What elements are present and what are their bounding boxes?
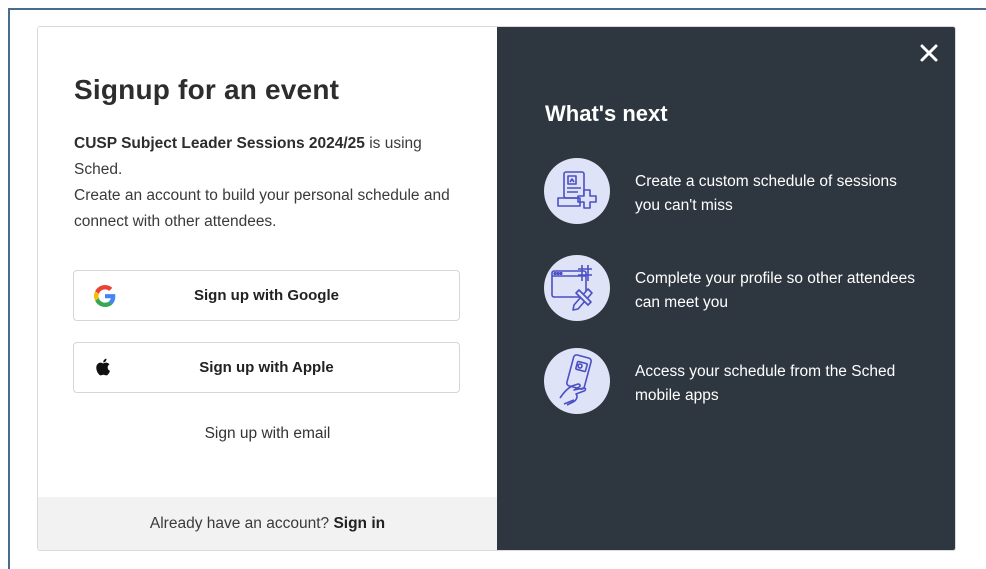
- signup-modal: Signup for an event CUSP Subject Leader …: [37, 26, 956, 551]
- feature-item: Access your schedule from the Sched mobi…: [544, 348, 944, 418]
- profile-edit-icon: [544, 255, 610, 321]
- footer-prompt: Already have an account?: [149, 515, 334, 532]
- apple-signup-button[interactable]: Sign up with Apple: [73, 342, 460, 393]
- close-button[interactable]: [917, 41, 941, 65]
- mobile-app-icon: [544, 348, 610, 414]
- apple-signup-label: Sign up with Apple: [199, 359, 334, 376]
- feature-text: Complete your profile so other attendees…: [635, 270, 916, 311]
- feature-item: Create a custom schedule of sessions you…: [544, 158, 944, 228]
- google-signup-button[interactable]: Sign up with Google: [73, 270, 460, 321]
- feature-item: Complete your profile so other attendees…: [544, 255, 944, 325]
- whats-next-title: What's next: [545, 101, 668, 126]
- signup-panel: Signup for an event CUSP Subject Leader …: [38, 27, 497, 550]
- schedule-plus-icon: [544, 158, 610, 224]
- signin-footer: Already have an account? Sign in: [38, 497, 497, 550]
- email-signup-link[interactable]: Sign up with email: [38, 425, 497, 443]
- description-text: Create an account to build your personal…: [74, 187, 450, 230]
- signin-link[interactable]: Sign in: [333, 515, 385, 532]
- close-icon: [920, 44, 938, 62]
- signup-description: CUSP Subject Leader Sessions 2024/25 is …: [74, 131, 464, 235]
- whats-next-panel: What's next Create a custom schedule of …: [497, 27, 955, 550]
- feature-text: Create a custom schedule of sessions you…: [635, 173, 897, 214]
- event-name: CUSP Subject Leader Sessions 2024/25: [74, 135, 365, 152]
- google-signup-label: Sign up with Google: [194, 287, 339, 304]
- modal-title: Signup for an event: [74, 74, 340, 105]
- feature-text: Access your schedule from the Sched mobi…: [635, 363, 896, 404]
